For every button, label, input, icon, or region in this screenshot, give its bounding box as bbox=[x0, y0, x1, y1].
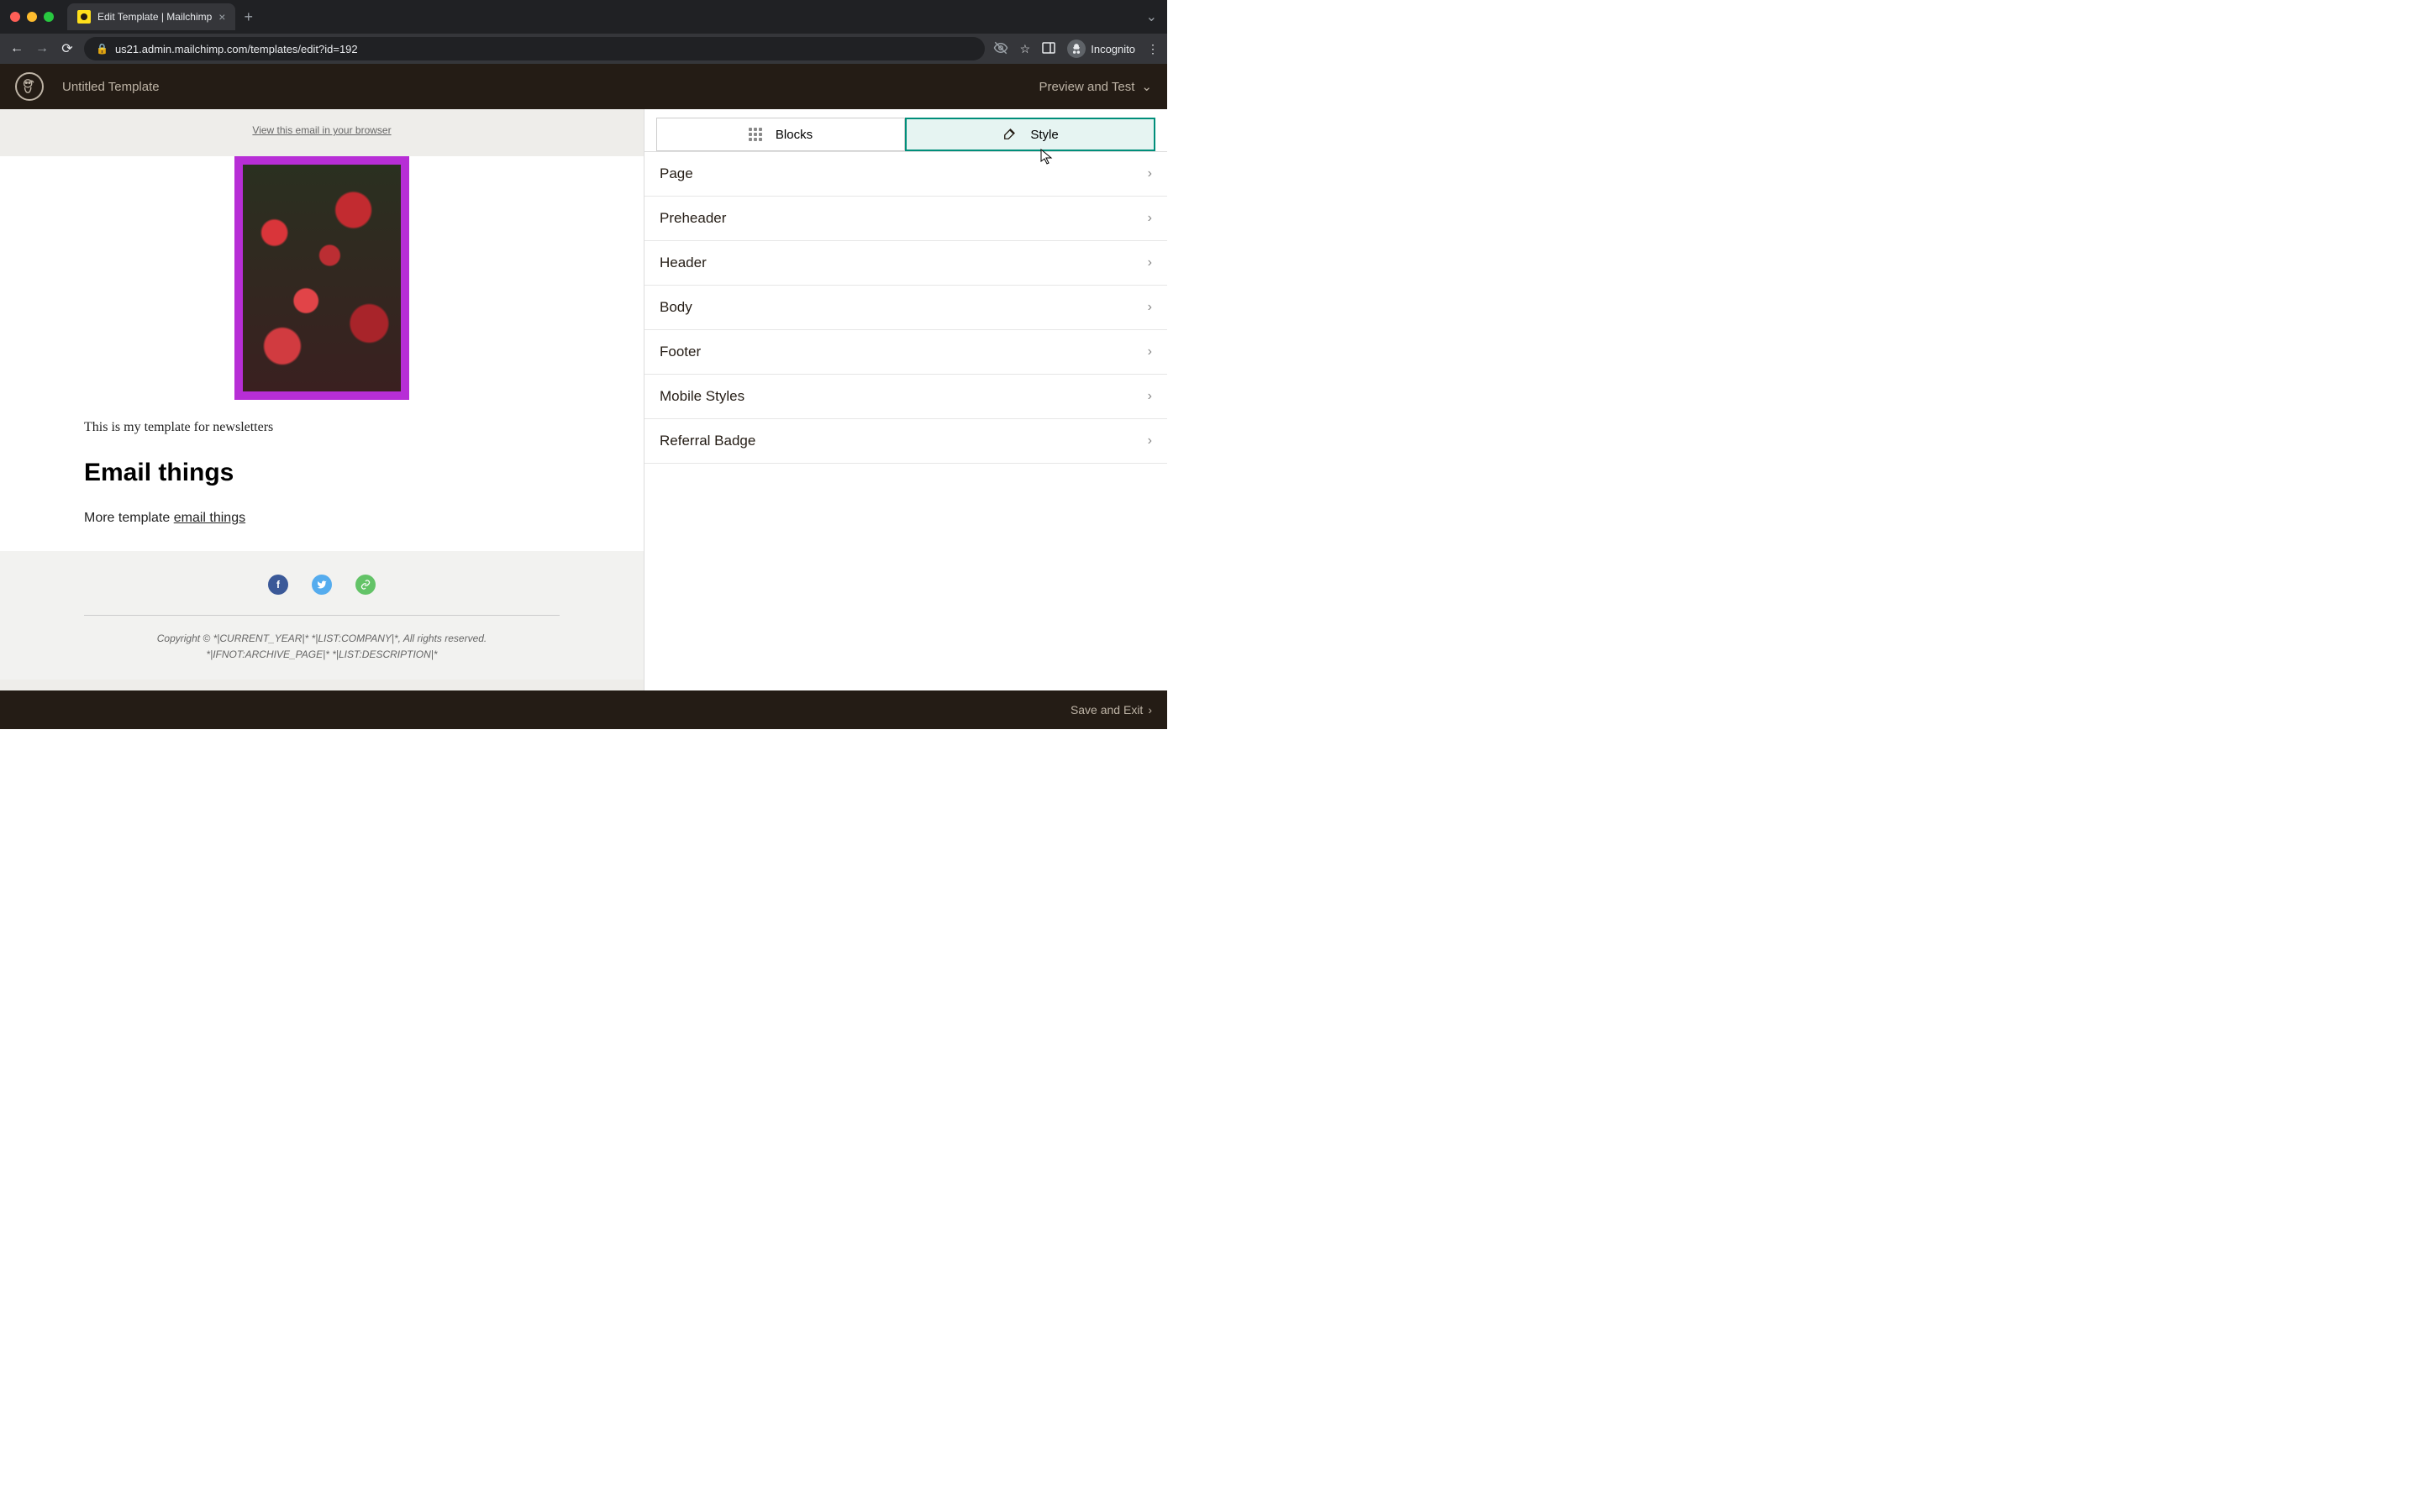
save-exit-label: Save and Exit bbox=[1071, 703, 1143, 717]
section-label: Footer bbox=[660, 344, 701, 360]
browser-tab[interactable]: Edit Template | Mailchimp × bbox=[67, 3, 235, 30]
preview-test-dropdown[interactable]: Preview and Test ⌄ bbox=[1039, 79, 1152, 94]
section-body[interactable]: Body › bbox=[644, 286, 1167, 330]
mailchimp-favicon-icon bbox=[77, 10, 91, 24]
email-canvas[interactable]: View this email in your browser This is … bbox=[0, 109, 644, 690]
browser-toolbar: ← → ⟳ 🔒 us21.admin.mailchimp.com/templat… bbox=[0, 34, 1167, 64]
template-name: Untitled Template bbox=[62, 80, 160, 94]
section-page[interactable]: Page › bbox=[644, 152, 1167, 197]
footer-block[interactable]: f Copyright © *|CURRENT_YEAR|* *|LIST:CO… bbox=[0, 551, 644, 680]
close-window-icon[interactable] bbox=[10, 12, 20, 22]
window-controls bbox=[10, 12, 54, 22]
tab-blocks-label: Blocks bbox=[776, 128, 813, 142]
text-block-intro[interactable]: This is my template for newsletters bbox=[84, 420, 560, 435]
tab-title: Edit Template | Mailchimp bbox=[97, 11, 212, 23]
reload-button[interactable]: ⟳ bbox=[59, 40, 76, 57]
view-in-browser-link[interactable]: View this email in your browser bbox=[252, 124, 391, 136]
app-header: Untitled Template Preview and Test ⌄ bbox=[0, 64, 1167, 109]
incognito-icon bbox=[1067, 39, 1086, 58]
divider bbox=[84, 615, 560, 616]
new-tab-button[interactable]: + bbox=[244, 8, 253, 26]
section-header[interactable]: Header › bbox=[644, 241, 1167, 286]
star-icon[interactable]: ☆ bbox=[1020, 42, 1031, 56]
forward-button[interactable]: → bbox=[34, 41, 50, 56]
flowers-image bbox=[243, 165, 401, 391]
side-panel-icon[interactable] bbox=[1042, 41, 1055, 57]
section-mobile-styles[interactable]: Mobile Styles › bbox=[644, 375, 1167, 419]
chevron-right-icon: › bbox=[1148, 389, 1152, 404]
image-block[interactable] bbox=[234, 156, 409, 400]
preview-test-label: Preview and Test bbox=[1039, 80, 1134, 94]
section-label: Preheader bbox=[660, 210, 726, 227]
more-link[interactable]: email things bbox=[174, 511, 245, 525]
section-label: Page bbox=[660, 165, 693, 182]
close-tab-icon[interactable]: × bbox=[218, 10, 225, 24]
url-text: us21.admin.mailchimp.com/templates/edit?… bbox=[115, 43, 358, 55]
preheader-block[interactable]: View this email in your browser bbox=[0, 124, 644, 136]
mailchimp-logo-icon[interactable] bbox=[15, 72, 44, 101]
social-row: f bbox=[84, 575, 560, 595]
section-label: Body bbox=[660, 299, 692, 316]
panel-tabs: Blocks Style bbox=[644, 109, 1167, 152]
chevron-right-icon: › bbox=[1148, 344, 1152, 360]
copyright-line-2: *|IFNOT:ARCHIVE_PAGE|* *|LIST:DESCRIPTIO… bbox=[84, 647, 560, 663]
chevron-right-icon: › bbox=[1148, 433, 1152, 449]
section-preheader[interactable]: Preheader › bbox=[644, 197, 1167, 241]
section-referral-badge[interactable]: Referral Badge › bbox=[644, 419, 1167, 464]
more-prefix: More template bbox=[84, 511, 174, 525]
side-panel: Blocks Style Page › Preheader › Header › bbox=[644, 109, 1167, 690]
text-block-more[interactable]: More template email things bbox=[84, 511, 560, 526]
blocks-icon bbox=[749, 128, 762, 141]
main-area: View this email in your browser This is … bbox=[0, 109, 1167, 690]
copyright-line-1: Copyright © *|CURRENT_YEAR|* *|LIST:COMP… bbox=[84, 631, 560, 647]
back-button[interactable]: ← bbox=[8, 41, 25, 56]
save-and-exit-button[interactable]: Save and Exit › bbox=[1071, 703, 1152, 717]
tab-blocks[interactable]: Blocks bbox=[656, 118, 905, 151]
bottom-bar: Save and Exit › bbox=[0, 690, 1167, 729]
copyright-text: Copyright © *|CURRENT_YEAR|* *|LIST:COMP… bbox=[84, 631, 560, 663]
section-footer[interactable]: Footer › bbox=[644, 330, 1167, 375]
tab-style-label: Style bbox=[1030, 128, 1058, 142]
chevron-right-icon: › bbox=[1148, 255, 1152, 270]
minimize-window-icon[interactable] bbox=[27, 12, 37, 22]
paintbrush-icon bbox=[1002, 127, 1017, 142]
tabs-dropdown-icon[interactable]: ⌄ bbox=[1146, 8, 1157, 25]
incognito-badge[interactable]: Incognito bbox=[1067, 39, 1135, 58]
chevron-right-icon: › bbox=[1148, 166, 1152, 181]
section-label: Header bbox=[660, 255, 707, 271]
chevron-right-icon: › bbox=[1148, 211, 1152, 226]
section-label: Referral Badge bbox=[660, 433, 755, 449]
chevron-right-icon: › bbox=[1148, 300, 1152, 315]
section-label: Mobile Styles bbox=[660, 388, 744, 405]
maximize-window-icon[interactable] bbox=[44, 12, 54, 22]
address-bar[interactable]: 🔒 us21.admin.mailchimp.com/templates/edi… bbox=[84, 37, 985, 60]
link-icon[interactable] bbox=[355, 575, 376, 595]
browser-tab-strip: Edit Template | Mailchimp × + ⌄ bbox=[0, 0, 1167, 34]
twitter-icon[interactable] bbox=[312, 575, 332, 595]
style-sections: Page › Preheader › Header › Body › Foote… bbox=[644, 152, 1167, 690]
heading-block[interactable]: Email things bbox=[84, 459, 560, 487]
facebook-icon[interactable]: f bbox=[268, 575, 288, 595]
lock-icon: 🔒 bbox=[96, 43, 108, 55]
chevron-down-icon: ⌄ bbox=[1141, 79, 1152, 94]
eye-off-icon[interactable] bbox=[993, 40, 1008, 58]
incognito-label: Incognito bbox=[1091, 43, 1135, 55]
chevron-right-icon: › bbox=[1148, 703, 1152, 717]
tab-style[interactable]: Style bbox=[905, 118, 1155, 151]
menu-icon[interactable]: ⋮ bbox=[1147, 42, 1159, 56]
toolbar-icons: ☆ Incognito ⋮ bbox=[993, 39, 1159, 58]
